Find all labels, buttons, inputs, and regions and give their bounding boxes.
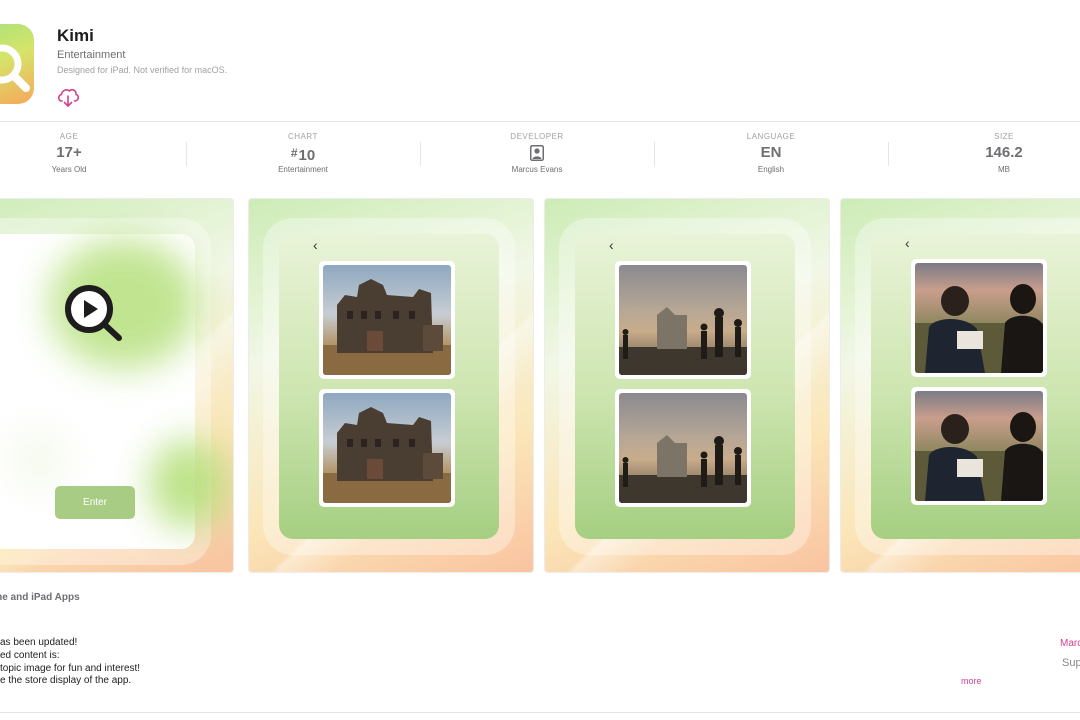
info-age-label: AGE — [59, 132, 79, 141]
info-age-value: 17+ — [56, 144, 82, 161]
chart-rank: 10 — [298, 147, 316, 164]
info-size-label: SIZE — [994, 132, 1014, 141]
release-notes-line: e the store display of the app. — [0, 675, 132, 687]
house-silhouette — [323, 407, 451, 503]
chart-hash: # — [290, 146, 298, 160]
couple-photo — [915, 263, 1043, 373]
photo-card-top — [615, 261, 751, 379]
info-age-sub: Years Old — [51, 165, 87, 174]
couple-photo — [915, 391, 1043, 501]
info-size: SIZE 146.2 MB — [934, 122, 1074, 174]
info-separator — [654, 142, 655, 166]
release-notes-line: as been updated! — [0, 637, 78, 648]
release-notes-line: topic image for fun and interest! — [0, 662, 141, 674]
info-language-label: LANGUAGE — [746, 132, 796, 141]
download-button[interactable] — [56, 86, 80, 108]
house-silhouette — [323, 279, 451, 375]
info-chart[interactable]: CHART #10 Entertainment — [233, 122, 373, 174]
magnifier-icon — [0, 44, 30, 92]
info-separator — [420, 142, 421, 166]
app-icon — [0, 24, 34, 104]
info-developer-label: DEVELOPER — [510, 132, 564, 141]
info-chart-value: #10 — [233, 144, 373, 164]
info-chart-sub: Entertainment — [278, 165, 328, 174]
field-photo — [619, 393, 747, 503]
info-age: AGE 17+ Years Old — [0, 122, 139, 174]
photo-card-bottom — [911, 387, 1047, 505]
info-developer[interactable]: DEVELOPER Marcus Evans — [467, 122, 607, 174]
app-category: Entertainment — [57, 49, 126, 61]
photo-card-top — [319, 261, 455, 379]
couple-silhouette — [915, 284, 1043, 373]
info-developer-sub: Marcus Evans — [511, 165, 563, 174]
photo-card-top — [911, 259, 1047, 377]
info-size-sub: MB — [998, 165, 1010, 174]
release-date: Marc — [1060, 638, 1080, 649]
enter-button[interactable]: Enter — [55, 486, 135, 519]
chevron-left-icon: ‹ — [905, 235, 910, 251]
photo-card-bottom — [615, 389, 751, 507]
release-notes: as been updated! ed content is: topic imag… — [0, 637, 140, 688]
info-language-value: EN — [760, 144, 782, 161]
screenshot-3[interactable]: ‹ — [544, 198, 830, 573]
footer-divider — [0, 712, 1080, 713]
house-photo — [323, 265, 451, 375]
more-link[interactable]: more — [961, 676, 982, 686]
screenshot-1[interactable]: Enter — [0, 198, 234, 573]
app-title: Kimi — [57, 26, 94, 45]
info-developer-value — [467, 144, 607, 162]
release-notes-line: ed content is: — [0, 649, 60, 661]
figures-silhouette — [619, 435, 747, 503]
field-photo — [619, 265, 747, 375]
figures-silhouette — [619, 307, 747, 375]
photo-card-bottom — [319, 389, 455, 507]
info-language-sub: English — [757, 165, 785, 174]
chevron-left-icon: ‹ — [609, 237, 614, 253]
section-title: one and iPad Apps — [0, 592, 80, 603]
house-photo — [323, 393, 451, 503]
cloud-download-icon — [57, 88, 80, 107]
info-separator — [186, 142, 187, 166]
chevron-left-icon: ‹ — [313, 237, 318, 253]
support-link[interactable]: Sup — [1062, 657, 1080, 669]
info-separator — [888, 142, 889, 166]
info-chart-label: CHART — [288, 132, 318, 141]
screenshot-2[interactable]: ‹ — [248, 198, 534, 573]
info-strip: AGE 17+ Years Old CHART #10 Entertainmen… — [0, 122, 1080, 188]
screenshot-4[interactable]: ‹ — [840, 198, 1080, 573]
couple-silhouette — [915, 412, 1043, 501]
platform-note: Designed for iPad. Not verified for macO… — [57, 65, 228, 75]
magnifier-play-icon — [65, 285, 122, 341]
info-language: LANGUAGE EN English — [701, 122, 841, 174]
person-icon — [530, 145, 544, 162]
info-size-value: 146.2 — [985, 144, 1023, 161]
